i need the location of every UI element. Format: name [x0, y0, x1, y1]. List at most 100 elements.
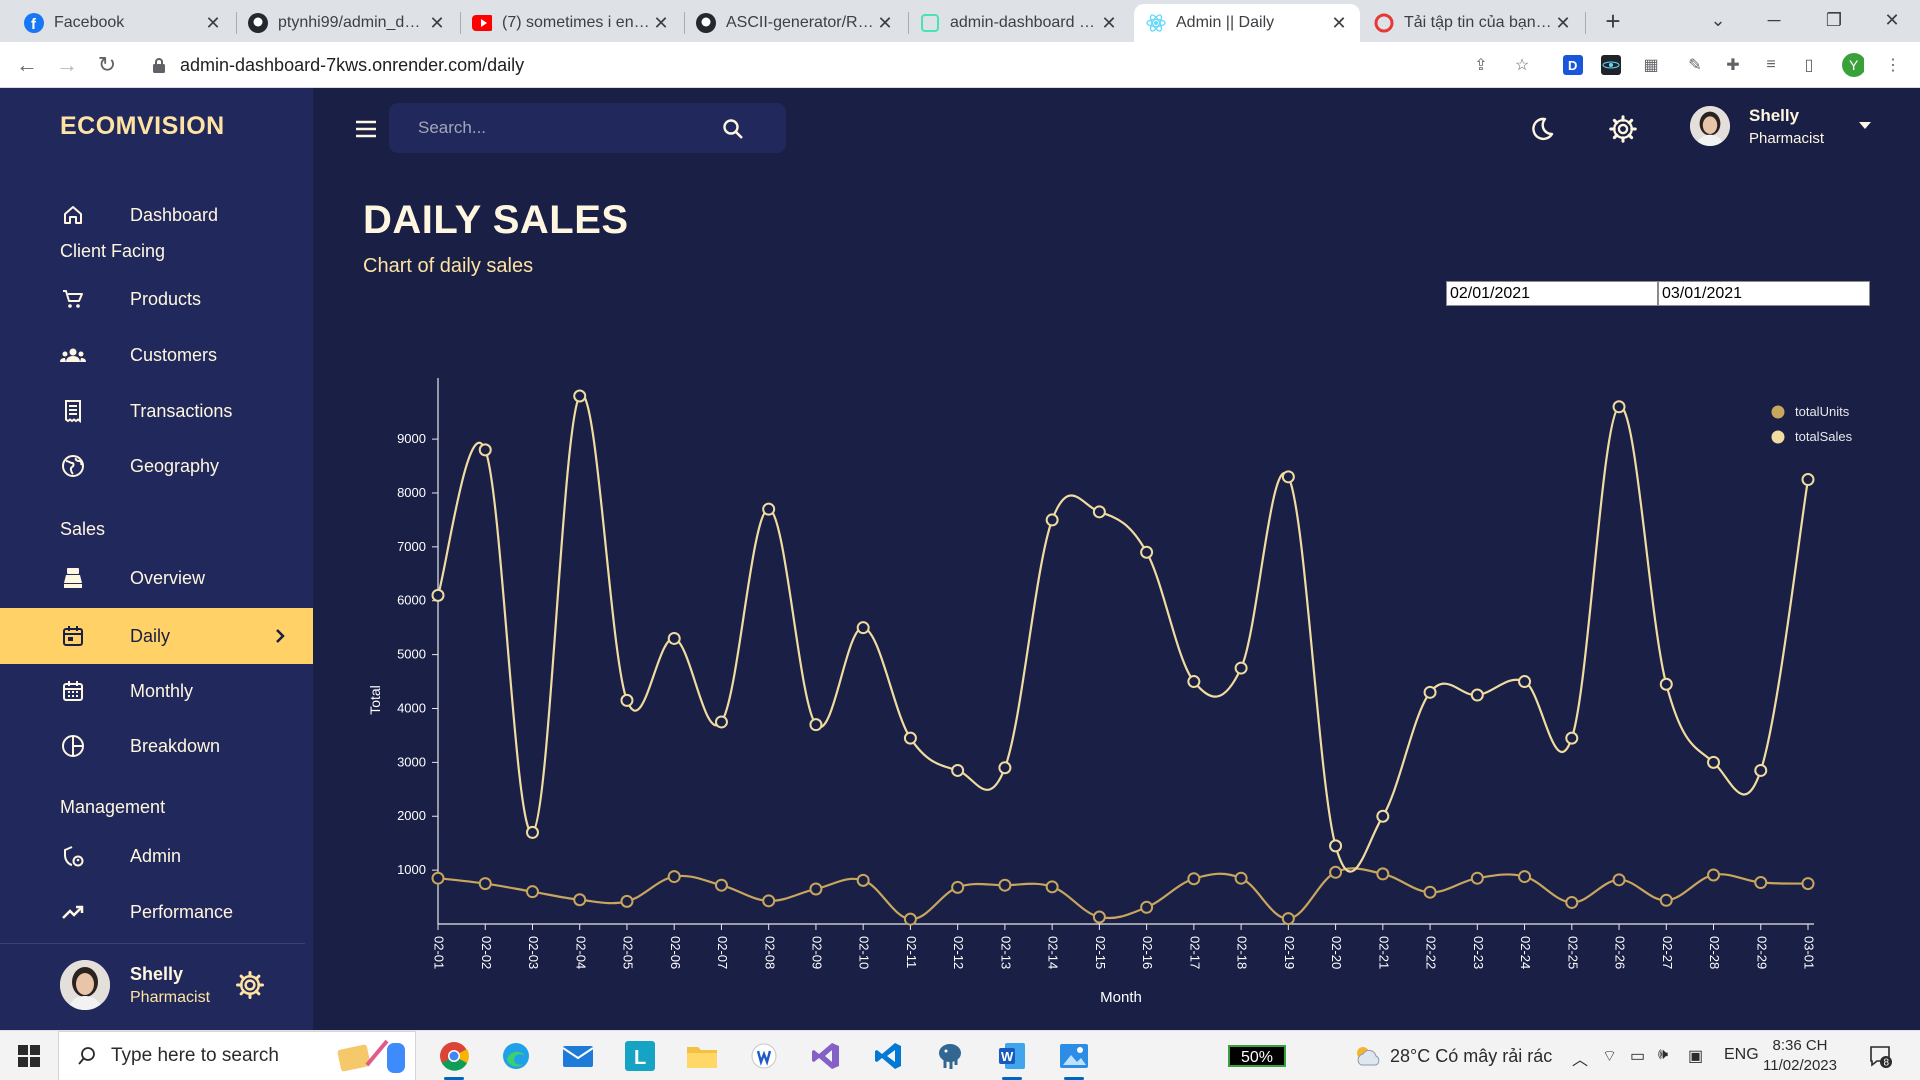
forward-icon[interactable]: → — [54, 52, 80, 78]
end-date-picker[interactable] — [1658, 281, 1870, 306]
lock-icon — [153, 58, 165, 73]
volume-icon[interactable]: 🕪 — [1658, 1046, 1668, 1064]
sidebar-item-products[interactable]: Products — [0, 271, 313, 327]
close-window-icon[interactable]: ✕ — [1864, 0, 1920, 40]
close-tab-icon[interactable]: ✕ — [652, 13, 670, 34]
data-point-totalSales — [1376, 809, 1390, 823]
taskbar-search[interactable]: Type here to search — [58, 1031, 416, 1080]
x-tick-label: 02-04 — [573, 936, 588, 969]
system-clock[interactable]: 8:36 CH 11/02/2023 — [1754, 1036, 1846, 1076]
taskbar-l-app-icon[interactable]: L — [622, 1039, 658, 1073]
x-tick-label: 02-26 — [1613, 936, 1628, 969]
bookmark-star-icon[interactable]: ☆ — [1511, 54, 1533, 76]
extension-d-icon[interactable]: D — [1562, 54, 1584, 76]
tab-github-ascii[interactable]: ASCII-generator/README ✕ — [684, 4, 906, 42]
battery-indicator[interactable]: 50% — [1228, 1045, 1286, 1067]
x-tick-label: 02-13 — [998, 936, 1013, 969]
tab-github-admin[interactable]: ptynhi99/admin_dashboard ✕ — [236, 4, 458, 42]
start-date-picker[interactable] — [1446, 281, 1658, 306]
close-tab-icon[interactable]: ✕ — [1330, 13, 1348, 34]
tab-upload[interactable]: Tải tập tin của bạn — ✕ — [1362, 4, 1584, 42]
extension-icon[interactable]: ▦ — [1640, 54, 1662, 76]
data-point-totalUnits — [573, 893, 587, 907]
close-tab-icon[interactable]: ✕ — [876, 13, 894, 34]
windows-start-icon[interactable] — [18, 1045, 40, 1067]
sidebar-item-transactions[interactable]: Transactions — [0, 383, 313, 439]
sidebar-item-customers[interactable]: Customers — [0, 327, 313, 383]
close-tab-icon[interactable]: ✕ — [1554, 13, 1572, 34]
new-tab-button[interactable]: + — [1598, 6, 1628, 36]
section-client-facing: Client Facing — [60, 241, 166, 261]
taskbar-file-explorer-icon[interactable] — [684, 1039, 720, 1073]
settings-icon[interactable] — [1609, 115, 1637, 143]
taskbar-app-icon[interactable] — [746, 1039, 782, 1073]
data-point-totalUnits — [478, 877, 492, 891]
close-tab-icon[interactable]: ✕ — [1100, 13, 1118, 34]
taskbar-edge-icon[interactable] — [498, 1039, 534, 1073]
data-point-totalSales — [762, 502, 776, 516]
x-tick-label: 02-02 — [479, 936, 494, 969]
sidebar-item-admin[interactable]: Admin — [0, 828, 313, 884]
sidebar-item-breakdown[interactable]: Breakdown — [0, 718, 313, 774]
taskbar-postgresql-icon[interactable] — [932, 1039, 968, 1073]
tab-admin-daily[interactable]: Admin || Daily ✕ — [1134, 4, 1360, 42]
browser-menu-icon[interactable]: ⋮ — [1882, 54, 1904, 76]
minimize-icon[interactable]: ─ — [1746, 0, 1802, 40]
taskbar-word-icon[interactable]: W — [994, 1039, 1030, 1080]
sidebar-user-card: Shelly Pharmacist — [60, 960, 310, 1012]
restore-icon[interactable]: ❐ — [1806, 0, 1862, 40]
gear-icon[interactable] — [235, 970, 265, 1000]
back-icon[interactable]: ← — [14, 52, 40, 78]
sidebar-item-label: Daily — [130, 625, 171, 646]
url-field[interactable]: admin-dashboard-7kws.onrender.com/daily — [140, 48, 1490, 82]
render-icon — [920, 13, 940, 33]
sidebar-item-monthly[interactable]: Monthly — [0, 663, 313, 719]
data-point-totalSales — [998, 761, 1012, 775]
sidebar-item-performance[interactable]: Performance — [0, 884, 313, 940]
top-user-menu[interactable]: Shelly Pharmacist — [1690, 106, 1890, 152]
avatar[interactable] — [60, 960, 110, 1010]
share-icon[interactable]: ⇪ — [1470, 54, 1492, 76]
close-tab-icon[interactable]: ✕ — [428, 13, 446, 34]
search-input[interactable] — [389, 103, 719, 153]
taskbar-chrome-icon[interactable] — [436, 1039, 472, 1080]
tab-render[interactable]: admin-dashboard · Sta ✕ — [908, 4, 1130, 42]
reload-icon[interactable]: ↻ — [94, 52, 120, 78]
side-panel-icon[interactable]: ▯ — [1798, 54, 1820, 76]
extensions-puzzle-icon[interactable]: ✚ — [1722, 54, 1744, 76]
data-point-totalSales — [1754, 763, 1768, 777]
react-devtools-icon[interactable] — [1600, 54, 1622, 76]
tab-facebook[interactable]: f Facebook ✕ — [12, 4, 234, 42]
tab-search-icon[interactable]: ⌄ — [1690, 0, 1746, 40]
data-point-totalUnits — [762, 894, 776, 908]
battery-icon[interactable]: ▭ — [1630, 1046, 1645, 1066]
data-point-totalSales — [1092, 505, 1106, 519]
facebook-icon: f — [24, 13, 44, 33]
taskbar-photos-icon[interactable] — [1056, 1039, 1092, 1080]
sidebar-item-overview[interactable]: Overview — [0, 550, 313, 606]
sidebar-item-dashboard[interactable]: Dashboard — [0, 187, 313, 243]
data-point-totalUnits — [1045, 880, 1059, 894]
sidebar-item-geography[interactable]: Geography — [0, 438, 313, 494]
sidebar-item-daily[interactable]: Daily — [0, 608, 313, 664]
tab-title: Admin || Daily — [1176, 14, 1275, 31]
taskbar-mail-icon[interactable] — [560, 1039, 596, 1073]
svg-text:8: 8 — [1884, 1058, 1890, 1069]
notification-center-icon[interactable]: 8 — [1868, 1044, 1892, 1068]
meet-now-icon[interactable]: ▣ — [1688, 1046, 1703, 1066]
github-icon — [696, 13, 716, 33]
close-tab-icon[interactable]: ✕ — [204, 13, 222, 34]
dark-mode-icon[interactable] — [1528, 115, 1556, 143]
wifi-icon[interactable]: ⌔ — [1602, 1046, 1617, 1066]
tab-youtube[interactable]: (7) sometimes i enjoy ✕ — [460, 4, 682, 42]
taskbar-vscode-icon[interactable] — [870, 1039, 906, 1073]
search-icon[interactable] — [722, 118, 744, 140]
menu-icon[interactable] — [355, 118, 377, 140]
weather-widget[interactable]: 28°C Có mây rải rác — [1352, 1043, 1592, 1069]
profile-avatar[interactable]: Y — [1842, 53, 1864, 77]
data-point-totalUnits — [1801, 877, 1815, 891]
show-hidden-icons-icon[interactable]: ︿ — [1572, 1046, 1588, 1070]
reading-list-icon[interactable]: ≡ — [1760, 54, 1782, 76]
taskbar-visual-studio-icon[interactable] — [808, 1039, 844, 1073]
eyedropper-icon[interactable]: ✎ — [1684, 54, 1706, 76]
